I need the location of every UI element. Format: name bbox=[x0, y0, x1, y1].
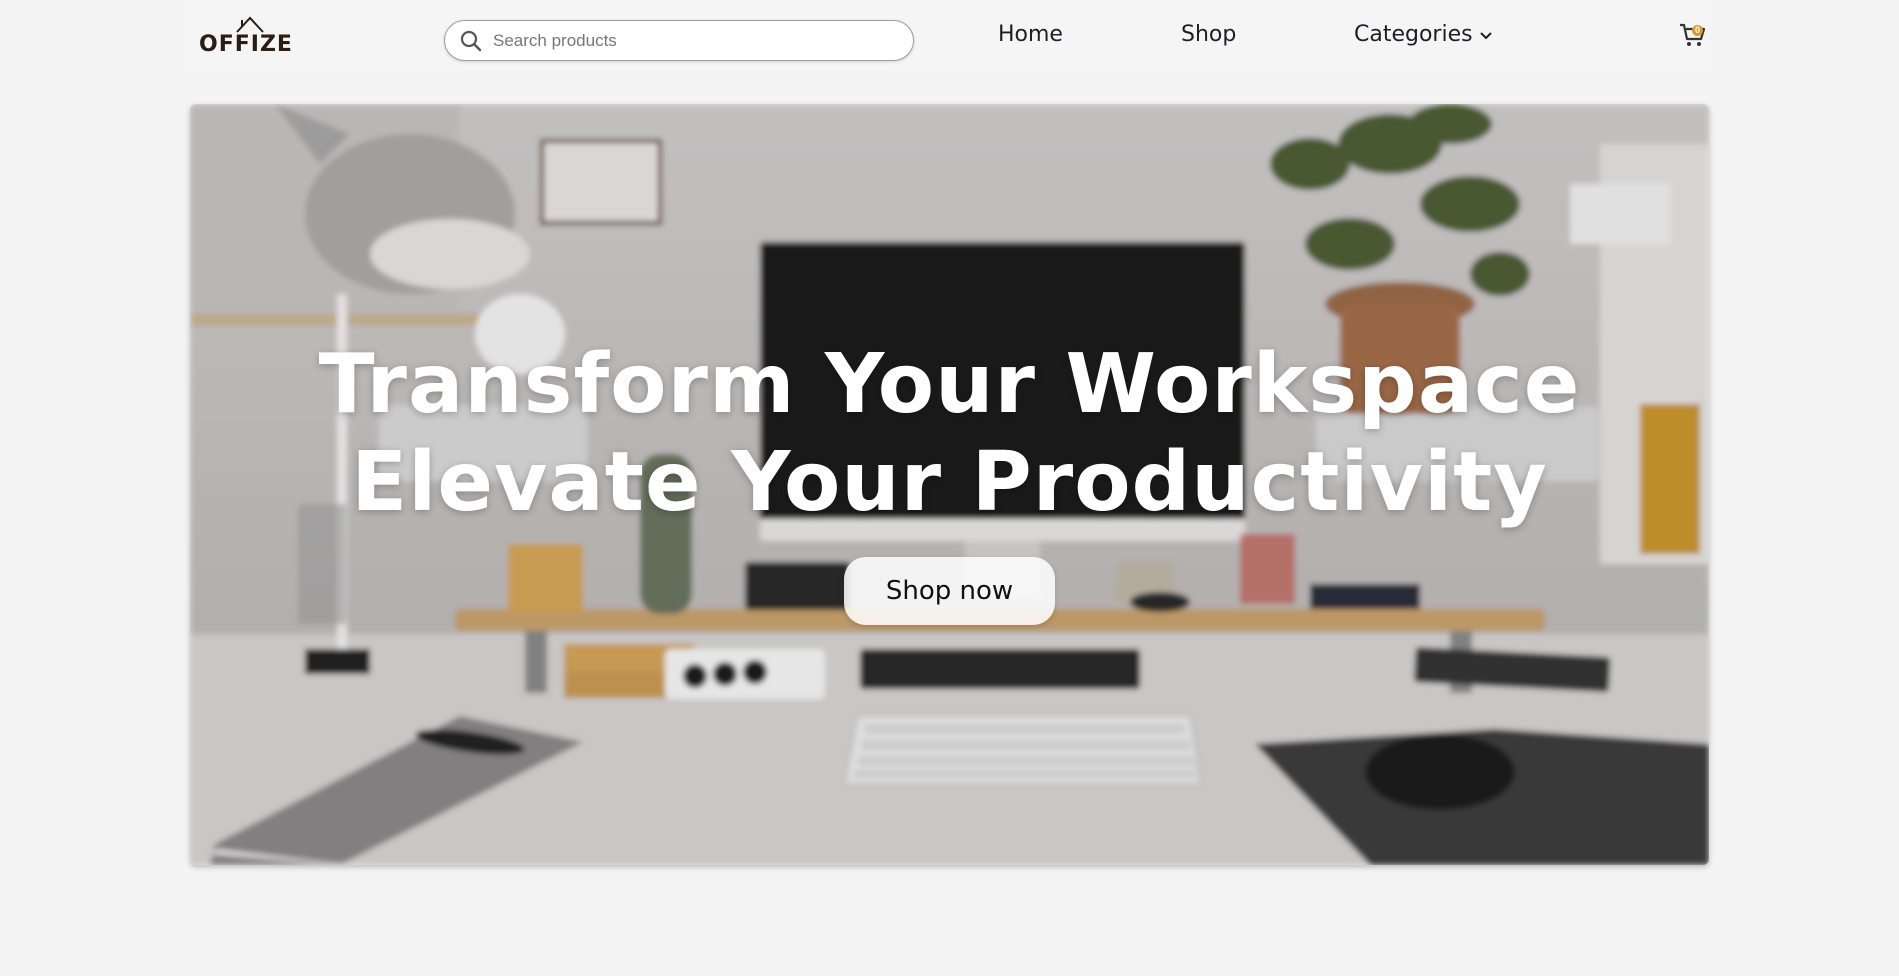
nav-home-link[interactable]: Home bbox=[998, 22, 1063, 47]
top-navbar: OFFIZE Home Shop Categories 0 bbox=[190, 0, 1710, 73]
hero-headline-line2: Elevate Your Productivity bbox=[351, 435, 1548, 530]
hero-headline: Transform Your Workspace Elevate Your Pr… bbox=[190, 336, 1709, 532]
search-input[interactable] bbox=[493, 30, 893, 51]
brand-name: OFFIZE bbox=[199, 32, 293, 57]
cart-count-badge: 0 bbox=[1692, 25, 1703, 36]
house-roof-icon bbox=[236, 16, 264, 33]
search-icon[interactable] bbox=[459, 29, 483, 53]
shop-now-button[interactable]: Shop now bbox=[844, 557, 1055, 625]
nav-categories-dropdown[interactable]: Categories bbox=[1354, 22, 1493, 47]
cart-button[interactable]: 0 bbox=[1677, 20, 1707, 50]
chevron-down-icon bbox=[1479, 32, 1492, 40]
hero-headline-line1: Transform Your Workspace bbox=[318, 337, 1581, 432]
cart-icon bbox=[1680, 23, 1706, 46]
nav-shop-link[interactable]: Shop bbox=[1181, 22, 1236, 47]
nav-categories-label: Categories bbox=[1354, 22, 1473, 47]
brand-logo[interactable]: OFFIZE bbox=[199, 14, 293, 57]
search-bar[interactable] bbox=[444, 20, 914, 61]
hero-banner: Transform Your Workspace Elevate Your Pr… bbox=[190, 104, 1709, 865]
